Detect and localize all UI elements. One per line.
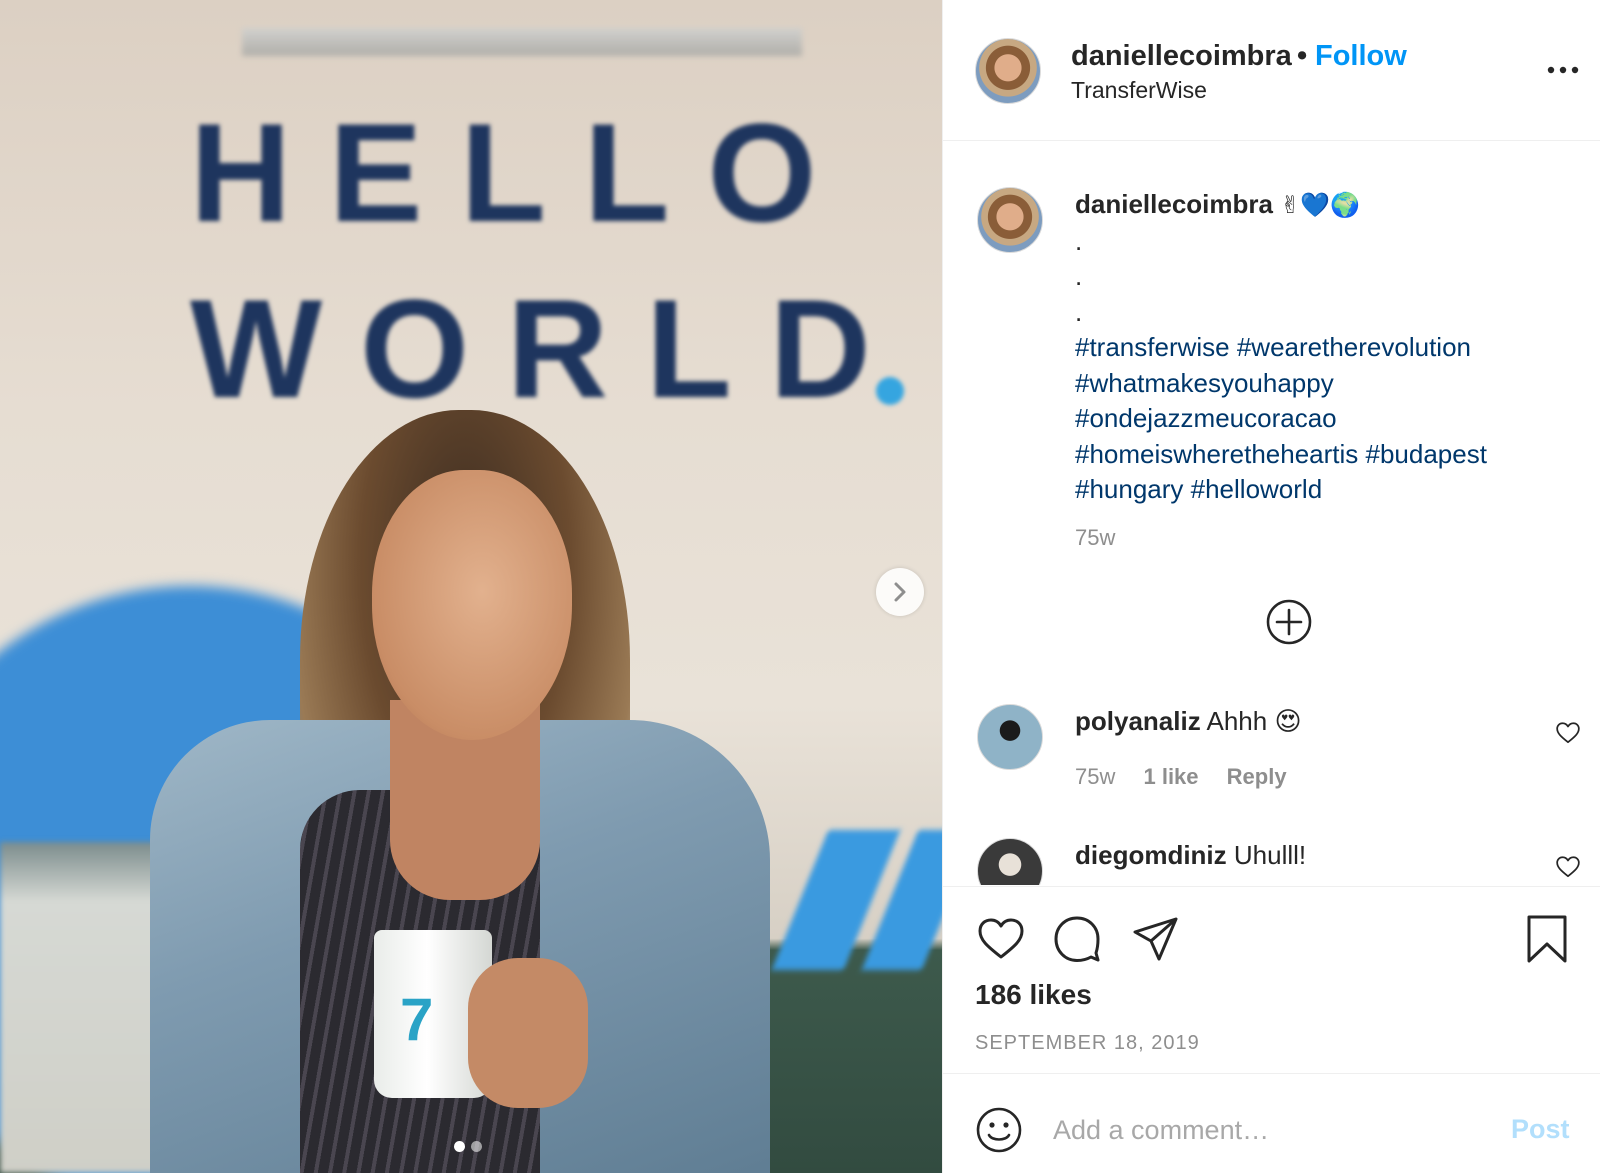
comment-meta: 75w 1 like Reply	[1075, 764, 1309, 790]
hashtag-line[interactable]: #transferwise #wearetherevolution	[1075, 330, 1575, 366]
post-comment-button[interactable]: Post	[1511, 1114, 1570, 1145]
reply-button[interactable]: Reply	[1227, 764, 1287, 789]
author-avatar[interactable]	[975, 38, 1041, 104]
post-date[interactable]: SEPTEMBER 18, 2019	[975, 1032, 1200, 1055]
comment-text: polyanaliz Ahhh 😍	[1075, 704, 1302, 739]
comment-input[interactable]	[1051, 1104, 1485, 1156]
caption-dot-line: .	[1075, 225, 1083, 256]
comment-item: diegomdiniz Uhulll!	[943, 838, 1600, 885]
comment-like-heart-icon[interactable]	[1555, 720, 1581, 746]
mug-logo: 7	[400, 986, 434, 1053]
post-photo[interactable]: HELLO WORLD 7	[0, 0, 942, 1173]
carousel-dot-active	[454, 1141, 465, 1152]
person-hand	[468, 958, 588, 1108]
hashtag-line[interactable]: #whatmakesyouhappy	[1075, 366, 1575, 402]
commenter-avatar[interactable]	[977, 704, 1043, 770]
header-separator: •	[1297, 40, 1308, 72]
caption-hashtags: #transferwise #wearetherevolution #whatm…	[1075, 330, 1575, 508]
post-sidebar: daniellecoimbra • Follow TransferWise da…	[942, 0, 1600, 1173]
commenter-avatar[interactable]	[977, 838, 1043, 885]
wall-text-hello: HELLO	[190, 94, 855, 251]
carousel-next-button[interactable]	[876, 568, 924, 616]
post-caption: daniellecoimbra ✌💙🌍 . . . #transferwise …	[1075, 187, 1575, 508]
save-bookmark-icon[interactable]	[1521, 913, 1573, 965]
caption-dot-line: .	[1075, 296, 1083, 327]
load-more-comments-icon[interactable]	[1265, 598, 1313, 646]
chevron-right-icon	[894, 582, 906, 602]
likes-count[interactable]: 186 likes	[975, 979, 1092, 1011]
comment-like-heart-icon[interactable]	[1555, 854, 1581, 880]
emoji-smiley-icon[interactable]	[975, 1106, 1023, 1154]
comment-item: polyanaliz Ahhh 😍 75w 1 like Reply	[943, 704, 1600, 804]
post-location[interactable]: TransferWise	[1071, 77, 1207, 104]
caption-username[interactable]: daniellecoimbra	[1075, 189, 1273, 219]
hashtag-line[interactable]: #hungary #helloworld	[1075, 472, 1575, 508]
like-heart-icon[interactable]	[975, 913, 1027, 965]
author-username[interactable]: daniellecoimbra	[1071, 40, 1292, 73]
commenter-username[interactable]: diegomdiniz	[1075, 840, 1227, 870]
person-face	[372, 470, 572, 740]
comment-body: Uhulll!	[1233, 840, 1307, 870]
caption-author-avatar[interactable]	[977, 187, 1043, 253]
caption-emojis: ✌💙🌍	[1280, 191, 1361, 219]
caption-timestamp[interactable]: 75w	[1075, 525, 1115, 551]
hashtag-line[interactable]: #homeiswheretheheartis #budapest	[1075, 437, 1575, 473]
carousel-dot	[471, 1141, 482, 1152]
comment-timestamp[interactable]: 75w	[1075, 764, 1115, 789]
carousel-indicator	[454, 1141, 482, 1152]
hashtag-line[interactable]: #ondejazzmeucoracao	[1075, 401, 1575, 437]
wall-blue-dot	[876, 377, 904, 405]
comment-text: diegomdiniz Uhulll!	[1075, 838, 1306, 873]
share-paper-plane-icon[interactable]	[1129, 913, 1181, 965]
comment-body: Ahhh	[1206, 706, 1268, 736]
caption-dot-line: .	[1075, 261, 1083, 291]
post-actions: 186 likes SEPTEMBER 18, 2019	[943, 886, 1600, 1073]
commenter-username[interactable]: polyanaliz	[1075, 706, 1201, 736]
comment-emoji: 😍	[1274, 706, 1302, 736]
comment-likes[interactable]: 1 like	[1143, 764, 1198, 789]
wall-text-world: WORLD	[190, 270, 909, 427]
comments-scroll-area[interactable]: daniellecoimbra ✌💙🌍 . . . #transferwise …	[943, 141, 1600, 885]
comment-bubble-icon[interactable]	[1051, 913, 1103, 965]
ceiling-light	[242, 28, 802, 56]
post-header: daniellecoimbra • Follow TransferWise	[943, 0, 1600, 141]
add-comment-bar: Post	[943, 1073, 1600, 1174]
more-options-icon[interactable]	[1543, 56, 1583, 84]
follow-button[interactable]: Follow	[1315, 40, 1407, 73]
